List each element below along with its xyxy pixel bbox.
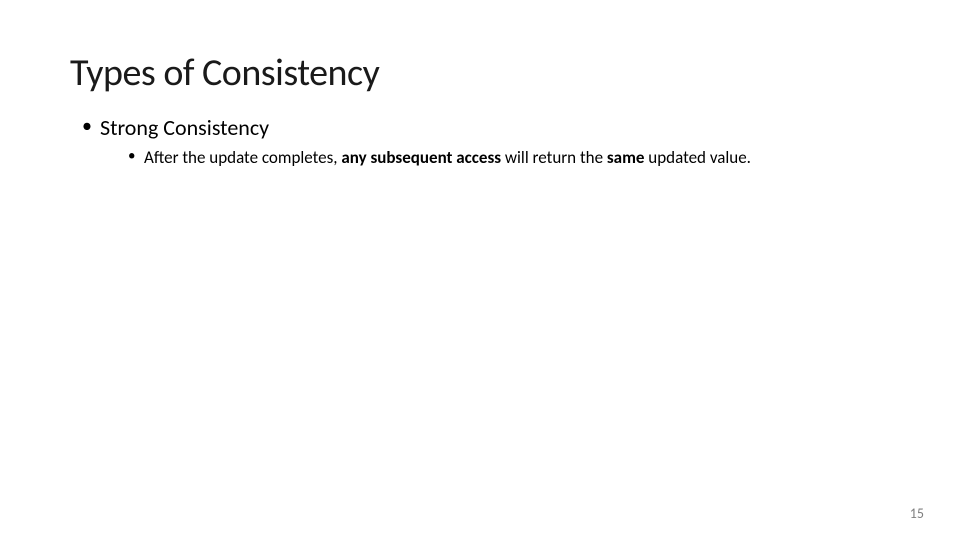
bullet-text-prefix: After the update completes, [144,147,341,168]
page-number: 15 [910,505,924,522]
bullet-text-bold1: any subsequent access [341,147,501,168]
bullet-list-level1: Strong Consistency After the update comp… [70,114,890,169]
bullet-text-mid: will return the [501,147,607,168]
bullet-text-suffix: updated value. [644,147,751,168]
bullet-item-level1: Strong Consistency After the update comp… [82,114,890,169]
slide-container: Types of Consistency Strong Consistency … [0,0,960,540]
bullet-text-level1: Strong Consistency [100,114,269,141]
bullet-item-level2: After the update completes, any subseque… [128,147,890,169]
slide-title: Types of Consistency [70,50,890,96]
bullet-text-bold2: same [607,147,645,168]
bullet-list-level2: After the update completes, any subseque… [100,147,890,169]
